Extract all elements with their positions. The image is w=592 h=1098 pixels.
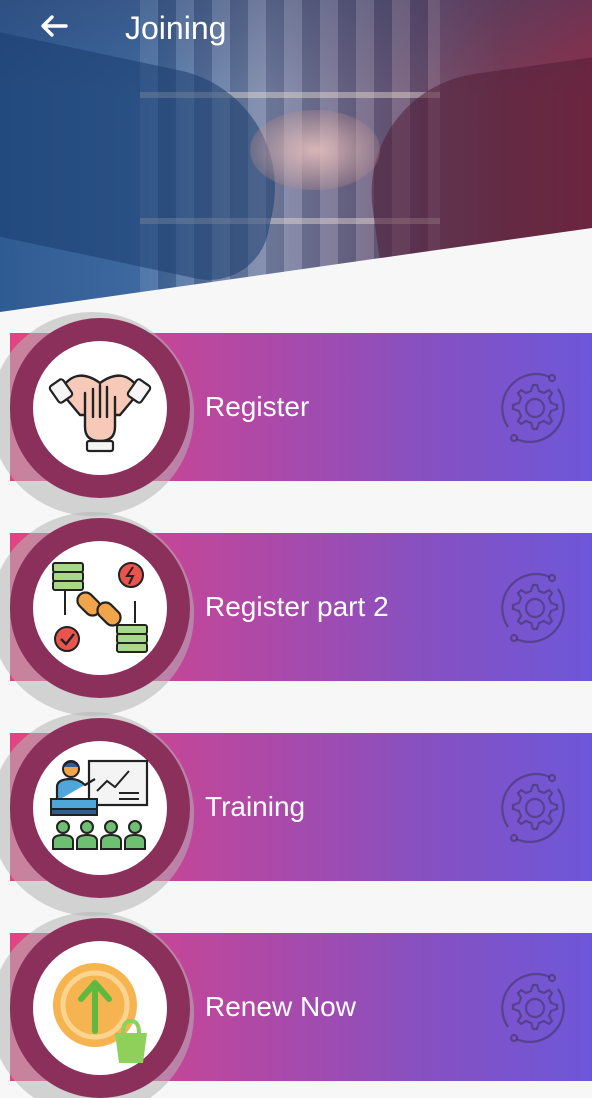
menu-item-label: Register part 2	[205, 591, 389, 622]
menu-item-label: Training	[205, 791, 306, 822]
renew-now-badge	[10, 918, 190, 1098]
header-banner: Joining	[0, 0, 592, 312]
gear-icon[interactable]	[488, 363, 578, 453]
gear-icon[interactable]	[488, 563, 578, 653]
menu-item-label: Renew Now	[205, 991, 356, 1022]
data-link-icon	[52, 562, 148, 653]
renew-upload-icon	[53, 963, 147, 1063]
gear-icon[interactable]	[488, 763, 578, 853]
register-badge	[10, 318, 190, 498]
register-part-2-badge	[10, 518, 190, 698]
page-title: Joining	[125, 10, 227, 46]
header-diagonal-cut	[0, 228, 592, 312]
menu-item-label: Register	[205, 391, 310, 422]
training-presentation-icon	[50, 759, 149, 850]
arrow-left-icon[interactable]	[36, 8, 72, 44]
training-badge	[10, 718, 190, 898]
handshake-icon	[48, 374, 152, 453]
gear-icon[interactable]	[488, 963, 578, 1053]
